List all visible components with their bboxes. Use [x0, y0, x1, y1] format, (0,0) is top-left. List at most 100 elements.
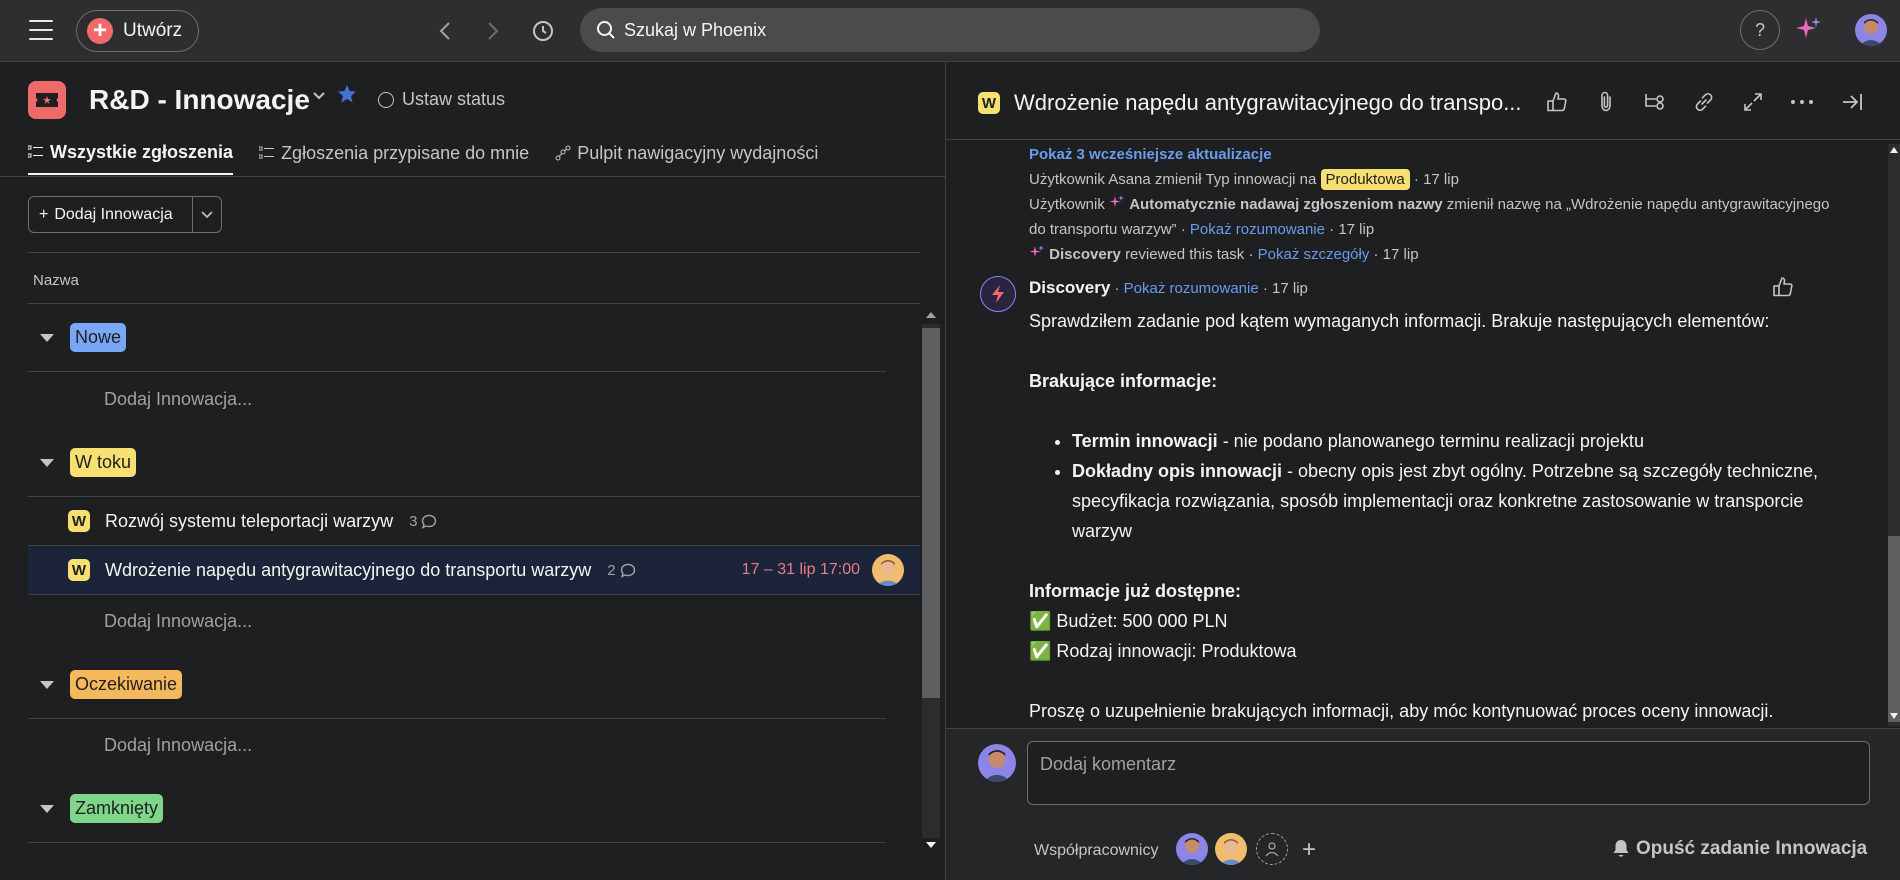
- comment-like-icon[interactable]: [1772, 276, 1794, 303]
- show-details-link[interactable]: Pokaż szczegóły: [1258, 246, 1370, 263]
- attachment-icon[interactable]: [1592, 88, 1620, 116]
- list-item-bold: Dokładny opis innowacji: [1072, 461, 1283, 481]
- comment-closing: Proszę o uzupełnienie brakujących inform…: [1029, 701, 1774, 721]
- caret-down-icon[interactable]: [40, 458, 54, 467]
- section-pill: Zamknięty: [70, 794, 164, 823]
- task-row-selected[interactable]: W Wdrożenie napędu antygrawitacyjnego do…: [28, 546, 920, 594]
- tab-all-requests[interactable]: Wszystkie zgłoszenia: [28, 135, 234, 175]
- task-name[interactable]: Wdrożenie napędu antygrawitacyjnego do t…: [105, 560, 591, 581]
- scroll-down-icon[interactable]: [1889, 712, 1899, 720]
- activity-date: · 17 lip: [1413, 171, 1459, 188]
- collaborator-avatar[interactable]: [1215, 833, 1247, 865]
- task-due-date[interactable]: 17 – 31 lip 17:00: [742, 561, 860, 579]
- list-item-bold: Termin innowacji: [1072, 431, 1218, 451]
- section-nowe[interactable]: Nowe: [40, 323, 127, 352]
- task-row[interactable]: W Rozwój systemu teleportacji warzyw 3: [28, 497, 920, 545]
- add-task-link[interactable]: Dodaj Innowacja...: [104, 389, 252, 410]
- activity-text: reviewed this task ·: [1125, 246, 1254, 263]
- scrollbar-thumb[interactable]: [922, 328, 940, 698]
- show-earlier-updates-link[interactable]: Pokaż 3 wcześniejsze aktualizacje: [1029, 142, 1849, 167]
- subtask-icon[interactable]: [1641, 88, 1669, 116]
- set-status-label: Ustaw status: [402, 89, 506, 109]
- scroll-up-icon[interactable]: [1889, 146, 1899, 154]
- comment-input[interactable]: Dodaj komentarz: [1027, 741, 1870, 805]
- available-item: ✅ Rodzaj innowacji: Produktowa: [1029, 641, 1297, 661]
- caret-down-icon[interactable]: [40, 333, 54, 342]
- add-innovation-button: + Dodaj Innowacja: [28, 196, 222, 233]
- status-ring-icon: [378, 91, 394, 108]
- row-divider: [28, 594, 920, 595]
- add-task-link[interactable]: Dodaj Innowacja...: [104, 611, 252, 632]
- section-pill: Nowe: [70, 323, 127, 352]
- section-w-toku[interactable]: W toku: [40, 448, 137, 477]
- discovery-name[interactable]: Discovery: [1049, 246, 1121, 263]
- list-scrollbar[interactable]: [920, 308, 942, 854]
- menu-icon[interactable]: [26, 17, 56, 43]
- close-panel-icon[interactable]: [1838, 88, 1866, 116]
- section-oczekiwanie[interactable]: Oczekiwanie: [40, 670, 183, 699]
- star-icon[interactable]: [337, 84, 357, 110]
- project-panel: [0, 62, 945, 880]
- task-name[interactable]: Rozwój systemu teleportacji warzyw: [105, 511, 393, 532]
- back-arrow-icon[interactable]: [430, 16, 460, 46]
- caret-down-icon[interactable]: [40, 804, 54, 813]
- search-input[interactable]: Szukaj w Phoenix: [580, 8, 1320, 52]
- user-avatar[interactable]: [1855, 14, 1887, 46]
- comment-count[interactable]: 3: [409, 513, 437, 530]
- comment-count-value: 3: [409, 512, 418, 530]
- project-tabs: Wszystkie zgłoszenia Zgłoszenia przypisa…: [28, 135, 818, 175]
- like-icon[interactable]: [1543, 88, 1571, 116]
- detail-scrollbar-thumb[interactable]: [1888, 536, 1900, 722]
- section-zamkniety[interactable]: Zamknięty: [40, 794, 164, 823]
- tab-assigned-to-me[interactable]: Zgłoszenia przypisane do mnie: [259, 135, 529, 175]
- show-reasoning-link[interactable]: Pokaż rozumowanie: [1190, 221, 1325, 238]
- add-dropdown-chevron-icon[interactable]: [193, 197, 221, 232]
- create-button[interactable]: + Utwórz: [76, 10, 199, 52]
- show-reasoning-link[interactable]: Pokaż rozumowanie: [1124, 280, 1259, 297]
- add-collaborator-person-icon[interactable]: [1256, 833, 1288, 865]
- list-icon: [28, 145, 43, 158]
- history-icon[interactable]: [528, 16, 558, 46]
- w-task-icon: W: [68, 510, 90, 532]
- tab-performance-dashboard[interactable]: Pulpit nawigacyjny wydajności: [555, 135, 818, 175]
- tabs-divider: [0, 176, 945, 177]
- add-collaborator-plus-icon[interactable]: +: [1302, 836, 1316, 864]
- leave-task-label: Opuść zadanie Innowacja: [1636, 838, 1868, 859]
- innovation-type-tag: Produktowa: [1320, 169, 1410, 190]
- forward-arrow-icon[interactable]: [478, 16, 508, 46]
- add-task-link[interactable]: Dodaj Innowacja...: [104, 735, 252, 756]
- leave-task-button[interactable]: Opuść zadanie Innowacja: [1612, 838, 1867, 860]
- chevron-down-icon[interactable]: [312, 88, 326, 106]
- more-icon[interactable]: [1788, 88, 1816, 116]
- expand-icon[interactable]: [1739, 88, 1767, 116]
- column-header-name[interactable]: Nazwa: [33, 272, 79, 289]
- comment-count[interactable]: 2: [607, 562, 635, 579]
- link-icon[interactable]: [1690, 88, 1718, 116]
- set-status-button[interactable]: Ustaw status: [378, 89, 505, 110]
- add-innovation-label: Dodaj Innowacja: [54, 205, 173, 223]
- comment-count-value: 2: [607, 561, 616, 579]
- w-task-icon: W: [978, 92, 1000, 114]
- activity-separator: ·: [1180, 221, 1186, 238]
- help-button[interactable]: ?: [1740, 10, 1780, 50]
- ai-sparkle-icon[interactable]: [1794, 14, 1824, 44]
- rule-name[interactable]: Automatycznie nadawaj zgłoszeniom nazwy: [1129, 196, 1442, 213]
- section-pill: W toku: [70, 448, 137, 477]
- plus-icon: +: [39, 205, 49, 223]
- activity-text: Użytkownik Asana zmienił Typ innowacji n…: [1029, 171, 1317, 188]
- project-title: R&D - Innowacje: [89, 84, 310, 115]
- detail-title[interactable]: Wdrożenie napędu antygrawitacyjnego do t…: [1014, 90, 1522, 116]
- add-innovation-main[interactable]: + Dodaj Innowacja: [29, 197, 193, 232]
- caret-down-icon[interactable]: [40, 680, 54, 689]
- detail-title-row: W Wdrożenie napędu antygrawitacyjnego do…: [978, 90, 1522, 116]
- collaborator-avatar[interactable]: [1176, 833, 1208, 865]
- assignee-avatar[interactable]: [872, 554, 904, 586]
- detail-header-divider: [946, 139, 1900, 140]
- comment-body: Sprawdziłem zadanie pod kątem wymaganych…: [1029, 306, 1839, 726]
- section-pill: Oczekiwanie: [70, 670, 183, 699]
- activity-text: Użytkownik: [1029, 196, 1105, 213]
- lightning-icon: [980, 276, 1016, 312]
- search-icon: [597, 21, 615, 39]
- table-header-border: [28, 303, 920, 304]
- comment-author[interactable]: Discovery: [1029, 278, 1110, 297]
